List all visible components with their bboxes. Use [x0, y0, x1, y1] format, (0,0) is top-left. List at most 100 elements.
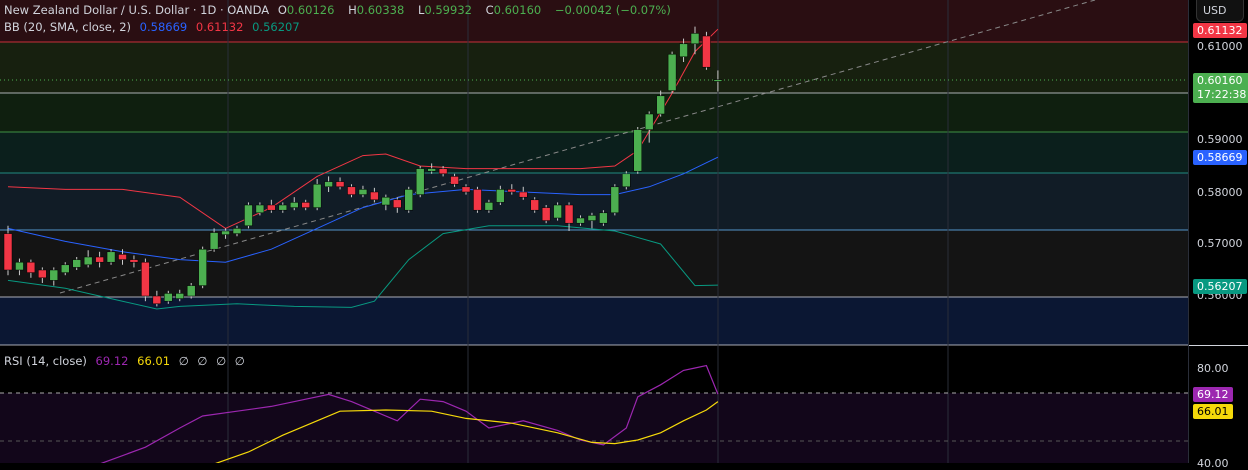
- bb-lower-tag: 0.56207: [1193, 279, 1247, 294]
- candle-body: [679, 43, 688, 58]
- rsi-legend[interactable]: RSI (14, close) 69.12 66.01 ∅ ∅ ∅ ∅: [4, 354, 250, 368]
- ohlc-low: L0.59932: [418, 3, 477, 17]
- rsi-extra-2: ∅: [197, 354, 208, 368]
- rsi-extra-1: ∅: [178, 354, 189, 368]
- zone-3: [0, 132, 1188, 173]
- candle-body: [530, 199, 539, 211]
- candle-body: [61, 264, 70, 273]
- rsi-extra-3: ∅: [216, 354, 227, 368]
- candle-body: [118, 254, 127, 260]
- candle-body: [381, 196, 391, 206]
- candle-body: [278, 204, 288, 211]
- candle-body: [553, 204, 562, 219]
- candle-body: [141, 261, 150, 297]
- low-value: 0.59932: [424, 3, 472, 17]
- rsi-ma-tag: 66.01: [1193, 404, 1233, 419]
- candle-body: [221, 230, 230, 235]
- candle-body: [358, 189, 368, 195]
- candle-body: [713, 79, 723, 82]
- rsi-label: RSI (14, close): [4, 354, 87, 368]
- change-value: −0.00042 (−0.07%): [554, 3, 671, 17]
- open-label: O: [277, 3, 287, 17]
- candle-body: [599, 212, 608, 224]
- candle-body: [152, 295, 162, 305]
- candle-body: [335, 181, 345, 188]
- ohlc-high: H0.60338: [348, 3, 409, 17]
- candle-body: [633, 129, 642, 172]
- candle-body: [702, 35, 711, 68]
- candle-body: [393, 199, 402, 208]
- zone-2: [0, 93, 1188, 132]
- candle-body: [164, 293, 173, 302]
- candle-body: [72, 259, 81, 268]
- ohlc-open: O0.60126: [278, 3, 340, 17]
- rsi-tick-40: 40.00: [1197, 457, 1229, 470]
- candle-body: [564, 204, 574, 224]
- candle-body: [690, 33, 700, 45]
- candle-body: [3, 233, 13, 271]
- bb-basis-tag: 0.58669: [1193, 150, 1247, 165]
- candle-body: [255, 204, 265, 214]
- high-value: 0.60338: [356, 3, 405, 17]
- candle-body: [106, 251, 116, 263]
- close-value: 0.60160: [493, 3, 542, 17]
- high-label: H: [348, 3, 357, 17]
- candle-body: [83, 256, 93, 266]
- candle-body: [404, 189, 413, 211]
- candle-body: [473, 189, 482, 211]
- zone-1: [0, 42, 1188, 93]
- bb-upper-value: 0.61132: [195, 20, 244, 34]
- tick-0.58: 0.58000: [1197, 186, 1243, 199]
- bb-upper-tag: 0.61132: [1193, 23, 1247, 38]
- price-axis[interactable]: 0.61000 0.59000 0.58000 0.57000 0.56000 …: [1188, 0, 1248, 470]
- candle-body: [576, 217, 585, 224]
- candle-body: [644, 113, 654, 130]
- bb-basis-value: 0.58669: [139, 20, 188, 34]
- bar-countdown: 17:22:38: [1197, 88, 1247, 101]
- candle-body: [95, 256, 104, 263]
- symbol-legend: New Zealand Dollar / U.S. Dollar · 1D · …: [4, 3, 676, 17]
- candle-body: [175, 293, 184, 299]
- candle-body: [656, 95, 665, 115]
- tick-0.59: 0.59000: [1197, 133, 1243, 146]
- zone-6: [0, 297, 1188, 345]
- candle-body: [370, 191, 379, 201]
- candle-body: [461, 186, 471, 193]
- tick-0.57: 0.57000: [1197, 237, 1243, 250]
- symbol-title: New Zealand Dollar / U.S. Dollar · 1D · …: [4, 3, 270, 17]
- bb-legend[interactable]: BB (20, SMA, close, 2) 0.58669 0.61132 0…: [4, 20, 305, 34]
- candle-body: [198, 248, 207, 286]
- price-tag: 0.60160 17:22:38: [1193, 73, 1248, 103]
- candle-body: [324, 181, 333, 188]
- pane-separator[interactable]: [1189, 345, 1248, 346]
- chart-canvas[interactable]: [0, 0, 1188, 463]
- open-value: 0.60126: [286, 3, 335, 17]
- ohlc-close: C0.60160: [486, 3, 547, 17]
- candle-body: [232, 228, 242, 234]
- candle-body: [209, 232, 219, 250]
- currency-button[interactable]: USD: [1196, 0, 1244, 22]
- candle-body: [267, 204, 276, 211]
- candle-body: [541, 207, 551, 221]
- candle-body: [667, 53, 677, 91]
- candle-body: [484, 202, 494, 211]
- candle-body: [587, 215, 597, 221]
- candle-body: [38, 269, 47, 279]
- rsi-value: 69.12: [95, 354, 129, 368]
- zone-8: [0, 393, 1188, 463]
- candle-body: [301, 202, 310, 208]
- candle-body: [622, 173, 631, 188]
- candle-body: [415, 168, 425, 195]
- candle-body: [129, 259, 139, 263]
- candle-body: [347, 186, 356, 195]
- candle-body: [186, 285, 196, 297]
- rsi-tick-80: 80.00: [1197, 362, 1229, 375]
- last-price: 0.60160: [1197, 74, 1243, 87]
- bb-label: BB (20, SMA, close, 2): [4, 20, 131, 34]
- candle-body: [26, 261, 36, 273]
- candle-body: [496, 189, 505, 203]
- candle-body: [519, 191, 528, 198]
- tick-0.61: 0.61000: [1197, 40, 1243, 53]
- candle-body: [427, 168, 436, 172]
- rsi-extra-4: ∅: [234, 354, 245, 368]
